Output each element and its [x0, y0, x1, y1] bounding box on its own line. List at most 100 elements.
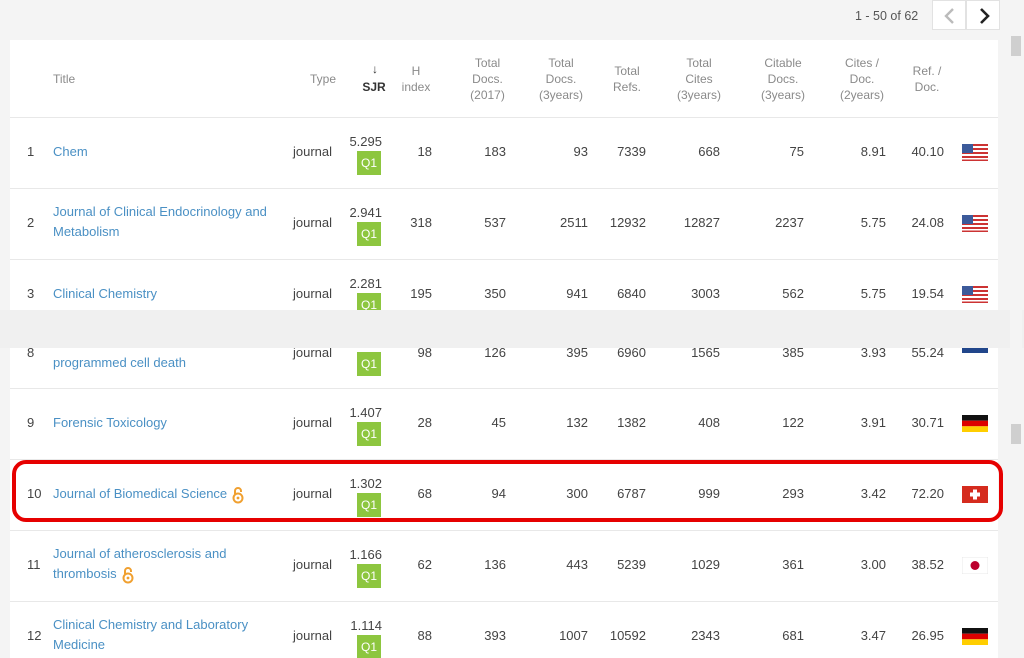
quartile-badge: Q1	[357, 352, 381, 376]
total-docs-year-cell: 350	[484, 286, 506, 301]
title-line: Journal of Clinical Endocrinology and	[53, 204, 267, 219]
header-line: Total	[614, 64, 640, 78]
col-sjr[interactable]: SJR	[356, 79, 392, 95]
h-index-cell: 195	[410, 286, 432, 301]
total-docs-year-cell: 537	[484, 215, 506, 230]
scrollbar-thumb-bottom[interactable]	[1011, 424, 1021, 444]
previous-page-button[interactable]	[932, 0, 966, 30]
total-docs-3y-cell: 1007	[559, 628, 588, 643]
col-cites-per-doc[interactable]: Cites / Doc. (2years)	[836, 55, 888, 103]
col-title[interactable]: Title	[53, 71, 75, 87]
quartile-badge: Q1	[357, 222, 381, 246]
quartile-badge: Q1	[357, 151, 381, 175]
journal-title-link[interactable]: Journal of atherosclerosis and thrombosi…	[53, 544, 226, 584]
next-page-button[interactable]	[966, 0, 1000, 30]
rank-cell: 2	[27, 215, 35, 230]
h-index-cell: 28	[417, 415, 432, 430]
total-docs-3y-cell: 132	[566, 415, 588, 430]
col-total-cites-3years[interactable]: Total Cites (3years)	[673, 55, 725, 103]
journal-title-link[interactable]: programmed cell death	[53, 353, 186, 373]
scrollbar-thumb-top[interactable]	[1011, 36, 1021, 56]
table-row: 12 Clinical Chemistry and Laboratory Med…	[10, 602, 998, 658]
open-access-icon	[122, 566, 134, 584]
header-line: Doc.	[849, 72, 875, 86]
journal-title-link[interactable]: Clinical Chemistry	[53, 284, 157, 304]
sjr-value: 2.941	[349, 205, 382, 220]
cites-per-doc-cell: 5.75	[860, 286, 886, 301]
journal-title-link[interactable]: Chem	[53, 142, 88, 162]
header-line: Refs.	[612, 80, 641, 94]
cites-per-doc-cell: 3.00	[860, 557, 886, 572]
cites-per-doc-cell: 5.75	[860, 215, 886, 230]
header-line: index	[401, 80, 431, 94]
chevron-left-icon	[944, 8, 954, 24]
total-cites-3y-cell: 408	[698, 415, 720, 430]
total-docs-3y-cell: 2511	[560, 215, 588, 230]
type-cell: journal	[293, 215, 333, 230]
header-line: (2017)	[470, 88, 505, 102]
journal-title-link[interactable]: Forensic Toxicology	[53, 413, 167, 433]
total-docs-year-cell: 45	[491, 415, 506, 430]
de-flag-icon	[962, 628, 988, 645]
total-cites-3y-cell: 1029	[691, 557, 720, 572]
col-total-refs[interactable]: Total Refs.	[607, 63, 647, 95]
sjr-value: 1.407	[349, 405, 382, 420]
sjr-value: 2.281	[349, 276, 382, 291]
title-line: Medicine	[53, 637, 106, 652]
total-refs-cell: 12932	[609, 215, 646, 230]
col-citable-docs-3years[interactable]: Citable Docs. (3years)	[757, 55, 809, 103]
quartile-badge: Q1	[357, 635, 381, 658]
col-type[interactable]: Type	[302, 71, 336, 87]
cites-per-doc-cell: 3.93	[860, 348, 886, 360]
de-flag-icon	[962, 415, 988, 432]
header-line: (3years)	[538, 88, 583, 102]
title-line: Chem	[53, 144, 88, 159]
h-index-cell: 318	[410, 215, 432, 230]
chevron-right-icon	[980, 8, 990, 24]
title-line: Clinical Chemistry and Laboratory	[53, 617, 249, 632]
journal-title-link[interactable]: Clinical Chemistry and Laboratory Medici…	[53, 615, 248, 655]
col-sjr-sort-arrow[interactable]: ↓	[360, 61, 390, 77]
quartile-badge: Q1	[357, 564, 381, 588]
vertical-scrollbar[interactable]	[1010, 36, 1022, 658]
total-refs-cell: 5239	[617, 557, 646, 572]
h-index-cell: 18	[417, 144, 432, 159]
journal-title-link[interactable]: Journal of Clinical Endocrinology and Me…	[53, 202, 267, 242]
header-line: Docs.	[767, 72, 799, 86]
rank-cell: 3	[27, 286, 35, 301]
title-line: thrombosis	[53, 566, 117, 581]
total-docs-year-cell: 136	[484, 557, 506, 572]
highlight-box	[12, 460, 1003, 522]
sjr-value: 1.114	[350, 618, 382, 633]
rank-cell: 11	[27, 557, 41, 572]
title-line: Metabolism	[53, 224, 120, 239]
header-line: Cites /	[844, 56, 879, 70]
table-row: 1 Chem journal 5.295 Q1 18 183 93 7339 6…	[10, 118, 998, 189]
type-cell: journal	[293, 348, 333, 360]
type-cell: journal	[293, 415, 333, 430]
col-h-index[interactable]: H index	[396, 63, 436, 95]
us-flag-icon	[962, 144, 988, 161]
pager-bar: 1 - 50 of 62	[0, 0, 1024, 36]
total-cites-3y-cell: 668	[698, 144, 720, 159]
citable-docs-3y-cell: 562	[782, 286, 804, 301]
total-cites-3y-cell: 2343	[691, 628, 720, 643]
citable-docs-3y-cell: 122	[782, 415, 804, 430]
header-line: Total	[474, 56, 501, 70]
rank-cell: 8	[27, 348, 35, 360]
header-line: (3years)	[760, 88, 805, 102]
title-line: Forensic Toxicology	[53, 415, 167, 430]
jp-flag-icon	[962, 557, 988, 574]
table-row: 11 Journal of atherosclerosis and thromb…	[10, 531, 998, 602]
cites-per-doc-cell: 3.91	[860, 415, 886, 430]
col-ref-per-doc[interactable]: Ref. / Doc.	[904, 63, 950, 95]
header-line: H	[411, 64, 421, 78]
title-line: Clinical Chemistry	[53, 286, 158, 301]
us-flag-icon	[962, 215, 988, 232]
h-index-cell: 62	[417, 557, 432, 572]
col-total-docs-2017[interactable]: Total Docs. (2017)	[465, 55, 510, 103]
col-total-docs-3years[interactable]: Total Docs. (3years)	[535, 55, 587, 103]
citable-docs-3y-cell: 361	[782, 557, 804, 572]
ref-per-doc-cell: 26.95	[911, 628, 944, 643]
nl-flag-icon	[962, 348, 988, 353]
